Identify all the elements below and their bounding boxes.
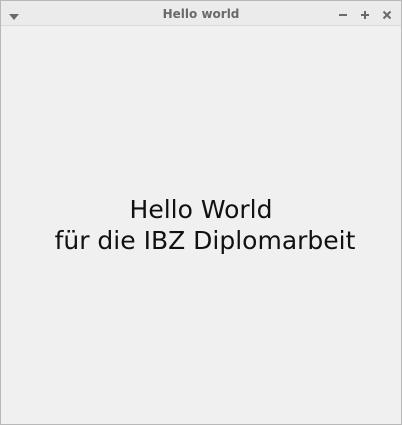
message-line-1: Hello World xyxy=(129,195,273,224)
plus-icon xyxy=(360,5,370,24)
window-controls xyxy=(335,6,395,22)
message-line-2: für die IBZ Diplomarbeit xyxy=(54,226,356,255)
minimize-button[interactable] xyxy=(335,6,351,22)
hello-message: Hello World für die IBZ Diplomarbeit xyxy=(1,194,401,256)
close-icon xyxy=(382,5,392,24)
maximize-button[interactable] xyxy=(357,6,373,22)
minus-icon xyxy=(338,5,348,24)
title-bar[interactable]: Hello world xyxy=(1,1,401,26)
window-content: Hello World für die IBZ Diplomarbeit xyxy=(1,26,401,424)
close-button[interactable] xyxy=(379,6,395,22)
app-window: Hello world Hello World für die IBZ Dipl… xyxy=(0,0,402,425)
